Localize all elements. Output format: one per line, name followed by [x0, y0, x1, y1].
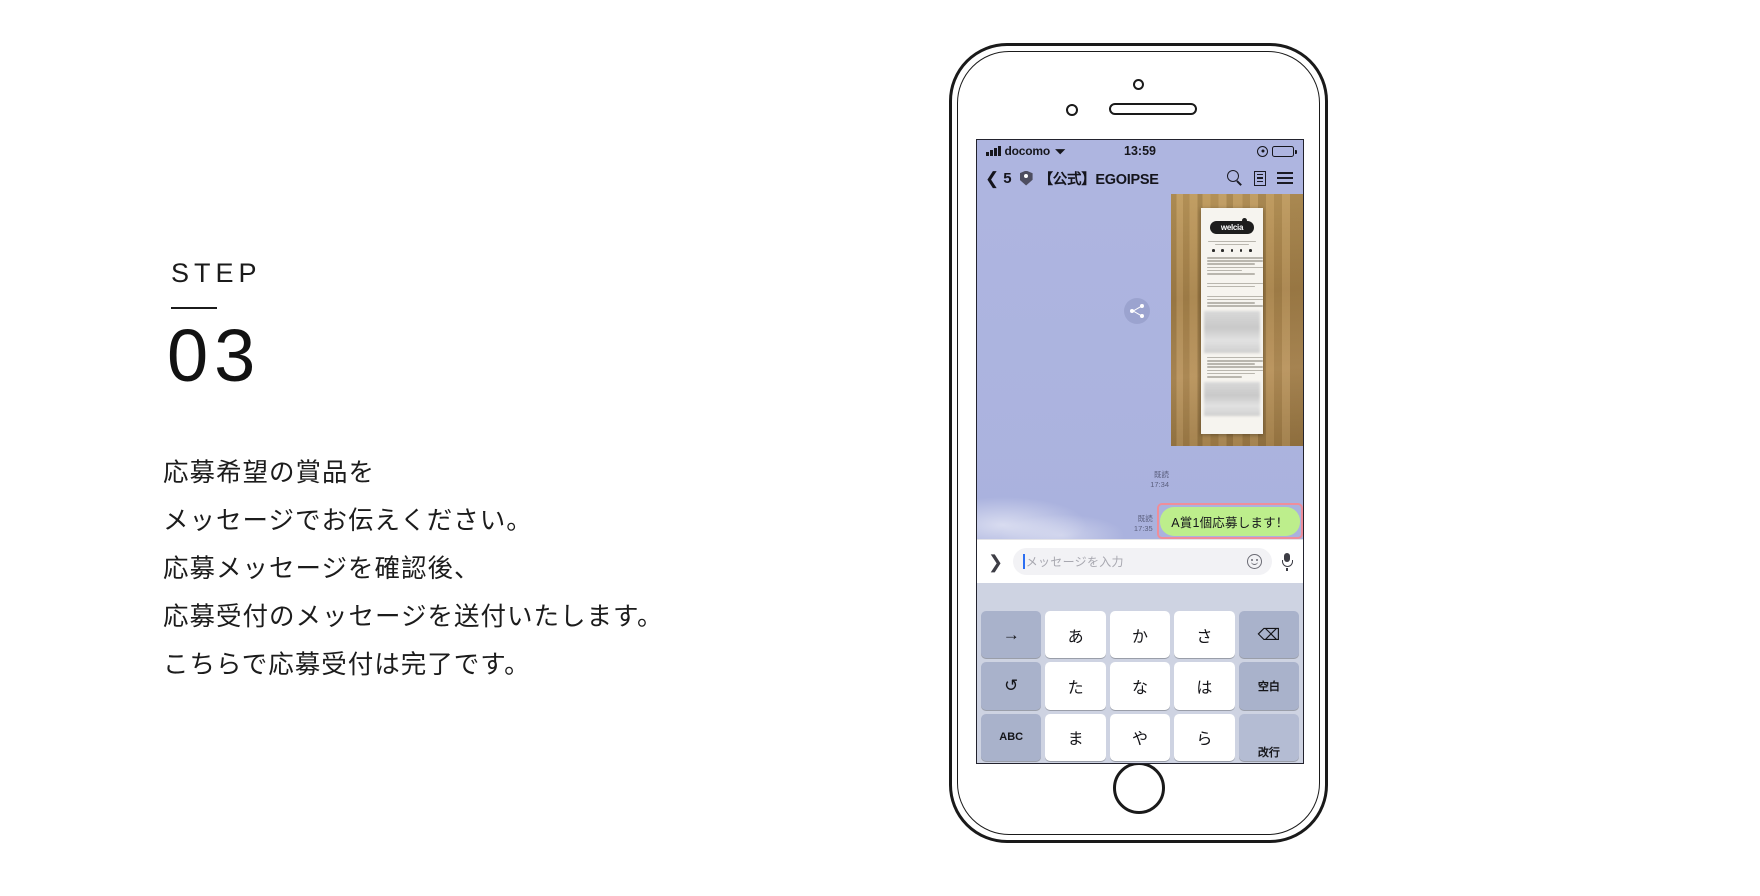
- key-abc[interactable]: ABC: [981, 713, 1042, 761]
- chevron-left-icon[interactable]: ❮: [985, 170, 999, 187]
- key-ha[interactable]: は: [1174, 662, 1235, 710]
- key-ka[interactable]: か: [1109, 611, 1171, 659]
- key-ta[interactable]: た: [1045, 662, 1106, 710]
- description-line: 応募メッセージを確認後、: [163, 555, 481, 583]
- blurred-region: [1204, 381, 1260, 416]
- key-newline[interactable]: 改行: [1238, 713, 1300, 761]
- home-button[interactable]: [1112, 762, 1165, 814]
- key-arrow-right[interactable]: →: [981, 611, 1042, 659]
- message-input-bar: ❯ メッセージを入力: [977, 539, 1303, 583]
- photo-message[interactable]: welcia: [1171, 194, 1303, 446]
- step-number: 03: [167, 314, 262, 397]
- key-ma[interactable]: ま: [1045, 713, 1106, 761]
- photo-message-meta: 既読 17:34: [1150, 470, 1169, 490]
- key-ra[interactable]: ら: [1174, 713, 1235, 761]
- message-highlight-box: A賞1個応募します！: [1156, 503, 1303, 539]
- welcia-logo: welcia: [1210, 218, 1254, 234]
- key-na[interactable]: な: [1109, 662, 1171, 710]
- description-line: こちらで応募受付は完了です。: [163, 651, 531, 679]
- proximity-sensor-icon: [1065, 104, 1078, 116]
- key-ya[interactable]: や: [1109, 713, 1171, 761]
- verified-badge-icon: [1019, 170, 1033, 186]
- chat-title: 【公式】EGOIPSE: [1038, 171, 1159, 188]
- key-undo[interactable]: ↺: [981, 662, 1042, 710]
- read-status: 既読: [1154, 470, 1169, 479]
- keyboard-row: ABC ま や ら 改行: [977, 713, 1303, 763]
- key-space[interactable]: 空白: [1238, 662, 1300, 710]
- phone-mockup: docomo ⏷ 13:59 ❮ 5 【公式】EGOIPSE welcia 既読…: [949, 43, 1328, 843]
- key-backspace[interactable]: ⌫: [1238, 611, 1300, 659]
- text-cursor: [1023, 554, 1025, 569]
- message-bubble[interactable]: A賞1個応募します！: [1160, 506, 1300, 536]
- notes-icon[interactable]: [1254, 170, 1266, 186]
- read-status: 既読: [1137, 514, 1153, 523]
- front-camera-icon: [1133, 79, 1144, 90]
- status-bar-right: [1257, 145, 1297, 157]
- chat-message-list: welcia 既読 17:34 既読 17:35 A賞1個応募します！: [977, 194, 1303, 539]
- menu-icon[interactable]: [1277, 172, 1293, 184]
- description-line: メッセージでお伝えください。: [163, 507, 533, 535]
- chevron-right-icon[interactable]: ❯: [986, 553, 1005, 571]
- battery-icon: [1272, 145, 1297, 157]
- microphone-icon[interactable]: [1280, 552, 1294, 571]
- share-button[interactable]: [1124, 298, 1150, 324]
- key-a[interactable]: あ: [1045, 611, 1106, 659]
- message-input[interactable]: メッセージを入力: [1013, 548, 1272, 575]
- description-line: 応募希望の賞品を: [163, 459, 376, 487]
- keyboard-row: ↺ た な は 空白: [977, 662, 1303, 713]
- timestamp: 17:34: [1150, 480, 1169, 489]
- phone-screen: docomo ⏷ 13:59 ❮ 5 【公式】EGOIPSE welcia 既読…: [976, 139, 1304, 764]
- receipt-paper: welcia: [1201, 208, 1263, 434]
- key-sa[interactable]: さ: [1174, 611, 1235, 659]
- status-clock: 13:59: [1124, 144, 1156, 158]
- text-message-row: 既読 17:35 A賞1個応募します！: [977, 503, 1303, 539]
- status-bar: docomo ⏷ 13:59: [977, 140, 1303, 162]
- emoji-icon[interactable]: [1247, 554, 1262, 569]
- receipt-dots: [1209, 249, 1255, 252]
- unread-count-badge: 5: [1003, 169, 1012, 187]
- step-divider: [171, 307, 217, 309]
- receipt-photo: welcia: [1171, 194, 1303, 446]
- text-message-meta: 既読 17:35: [1134, 514, 1153, 539]
- keyboard-row: → あ か さ ⌫: [977, 611, 1303, 662]
- step-copy-panel: STEP 03 応募希望の賞品を メッセージでお伝えください。 応募メッセージを…: [163, 258, 823, 689]
- blurred-region: [1204, 310, 1260, 353]
- step-label: STEP: [171, 258, 262, 288]
- share-icon: [1130, 304, 1144, 318]
- step-description: 応募希望の賞品を メッセージでお伝えください。 応募メッセージを確認後、 応募受…: [163, 449, 823, 689]
- timestamp: 17:35: [1133, 524, 1153, 533]
- description-line: 応募受付のメッセージを送付いたします。: [163, 603, 664, 631]
- kana-keyboard: → あ か さ ⌫ ↺ た な は 空白 ABC ま や ら 改行: [977, 583, 1303, 763]
- earpiece-speaker: [1108, 103, 1197, 115]
- alarm-icon: [1257, 145, 1268, 157]
- chat-header: ❮ 5 【公式】EGOIPSE: [977, 162, 1303, 194]
- search-icon[interactable]: [1227, 170, 1243, 186]
- chat-header-actions: [1227, 170, 1295, 186]
- input-placeholder: メッセージを入力: [1025, 555, 1124, 569]
